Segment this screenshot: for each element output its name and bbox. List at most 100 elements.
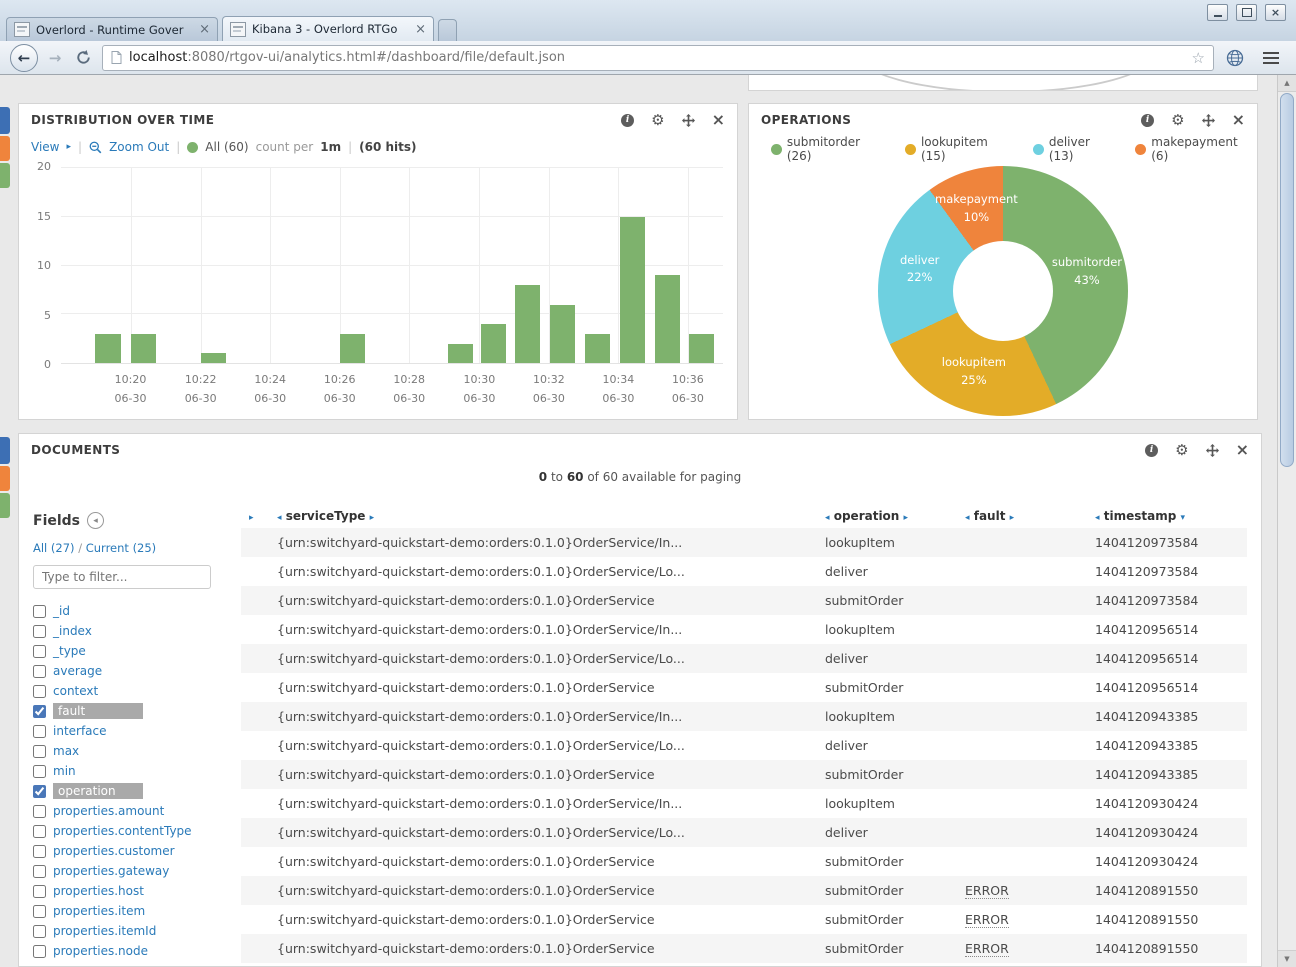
histogram-bar[interactable] bbox=[689, 334, 714, 363]
histogram-bar[interactable] bbox=[448, 344, 473, 364]
move-left-arrow-icon[interactable]: ◂ bbox=[277, 513, 282, 523]
fields-current-link[interactable]: Current (25) bbox=[86, 541, 156, 555]
field-name[interactable]: properties.itemId bbox=[53, 924, 156, 938]
histogram-bar[interactable] bbox=[620, 217, 645, 363]
field-checkbox[interactable] bbox=[33, 805, 46, 818]
field-checkbox[interactable] bbox=[33, 865, 46, 878]
move-right-arrow-icon[interactable]: ▸ bbox=[904, 513, 909, 523]
field-name[interactable]: properties.customer bbox=[53, 844, 175, 858]
field-name[interactable]: properties.node bbox=[53, 944, 148, 958]
row-collapse-tab-green[interactable] bbox=[0, 163, 10, 188]
tab-close-icon[interactable]: × bbox=[415, 23, 426, 36]
table-row[interactable]: {urn:switchyard-quickstart-demo:orders:0… bbox=[241, 760, 1247, 789]
move-left-arrow-icon[interactable]: ◂ bbox=[825, 513, 830, 523]
globe-button[interactable] bbox=[1222, 46, 1248, 70]
row-collapse-tab-orange[interactable] bbox=[0, 466, 10, 491]
legend-item[interactable]: submitorder (26) bbox=[771, 135, 887, 163]
table-row[interactable]: {urn:switchyard-quickstart-demo:orders:0… bbox=[241, 615, 1247, 644]
field-checkbox[interactable] bbox=[33, 705, 46, 718]
field-checkbox[interactable] bbox=[33, 925, 46, 938]
field-checkbox[interactable] bbox=[33, 645, 46, 658]
column-header-servicetype[interactable]: ◂ serviceType ▸ bbox=[269, 504, 817, 528]
field-checkbox[interactable] bbox=[33, 765, 46, 778]
field-name[interactable]: properties.host bbox=[53, 884, 144, 898]
table-row[interactable]: {urn:switchyard-quickstart-demo:orders:0… bbox=[241, 789, 1247, 818]
menu-button[interactable] bbox=[1256, 46, 1286, 70]
gear-icon[interactable]: ⚙ bbox=[1175, 443, 1188, 458]
close-window-button[interactable]: × bbox=[1265, 4, 1286, 21]
histogram-bar[interactable] bbox=[95, 334, 120, 363]
move-icon[interactable] bbox=[1202, 114, 1215, 127]
scroll-up-button[interactable]: ▲ bbox=[1278, 75, 1296, 92]
field-checkbox[interactable] bbox=[33, 845, 46, 858]
move-right-arrow-icon[interactable]: ▸ bbox=[370, 513, 375, 523]
field-name[interactable]: _type bbox=[53, 644, 86, 658]
table-row[interactable]: {urn:switchyard-quickstart-demo:orders:0… bbox=[241, 876, 1247, 905]
field-name[interactable]: properties.amount bbox=[53, 804, 164, 818]
column-header-fault[interactable]: ◂ fault ▸ bbox=[957, 504, 1087, 528]
close-icon[interactable]: × bbox=[1232, 113, 1245, 127]
histogram-bar[interactable] bbox=[481, 324, 506, 363]
close-icon[interactable]: × bbox=[1236, 443, 1249, 457]
column-header-timestamp[interactable]: ◂ timestamp ▾ bbox=[1087, 504, 1247, 528]
collapse-fields-icon[interactable]: ◂ bbox=[87, 512, 104, 529]
table-row[interactable]: {urn:switchyard-quickstart-demo:orders:0… bbox=[241, 644, 1247, 673]
zoom-out-link[interactable]: Zoom Out bbox=[109, 140, 169, 154]
table-row[interactable]: {urn:switchyard-quickstart-demo:orders:0… bbox=[241, 818, 1247, 847]
field-checkbox[interactable] bbox=[33, 625, 46, 638]
histogram-bar[interactable] bbox=[585, 334, 610, 363]
info-icon[interactable]: i bbox=[1145, 444, 1158, 457]
field-name[interactable]: _id bbox=[53, 604, 70, 618]
browser-tab-kibana[interactable]: Kibana 3 - Overlord RTGo × bbox=[222, 16, 434, 41]
table-row[interactable]: {urn:switchyard-quickstart-demo:orders:0… bbox=[241, 673, 1247, 702]
back-button[interactable]: ← bbox=[10, 44, 38, 72]
table-row[interactable]: {urn:switchyard-quickstart-demo:orders:0… bbox=[241, 934, 1247, 963]
histogram-bar[interactable] bbox=[515, 285, 540, 363]
gear-icon[interactable]: ⚙ bbox=[1171, 113, 1184, 128]
interval-label[interactable]: 1m bbox=[320, 140, 341, 154]
table-row[interactable]: {urn:switchyard-quickstart-demo:orders:0… bbox=[241, 702, 1247, 731]
move-icon[interactable] bbox=[682, 114, 695, 127]
view-link[interactable]: View bbox=[31, 140, 59, 154]
field-checkbox[interactable] bbox=[33, 665, 46, 678]
info-icon[interactable]: i bbox=[621, 114, 634, 127]
refresh-button[interactable] bbox=[72, 47, 94, 69]
histogram-bar[interactable] bbox=[550, 305, 575, 364]
field-name[interactable]: properties.item bbox=[53, 904, 145, 918]
operations-donut[interactable]: submitorder43%lookupitem25%deliver22%mak… bbox=[878, 166, 1128, 416]
browser-tab-overlord[interactable]: Overlord - Runtime Gover × bbox=[6, 17, 218, 41]
table-row[interactable]: {urn:switchyard-quickstart-demo:orders:0… bbox=[241, 557, 1247, 586]
scrollbar-thumb[interactable] bbox=[1280, 93, 1294, 467]
row-collapse-tab-blue[interactable] bbox=[0, 107, 10, 134]
field-checkbox[interactable] bbox=[33, 825, 46, 838]
address-bar[interactable]: localhost:8080/rtgov-ui/analytics.html#/… bbox=[102, 45, 1214, 71]
field-name[interactable]: min bbox=[53, 764, 76, 778]
maximize-button[interactable] bbox=[1236, 4, 1257, 21]
histogram-bar[interactable] bbox=[131, 334, 156, 363]
field-name[interactable]: properties.contentType bbox=[53, 824, 192, 838]
move-left-arrow-icon[interactable]: ◂ bbox=[1095, 513, 1100, 523]
sort-desc-icon[interactable]: ▾ bbox=[1180, 513, 1185, 523]
field-name[interactable]: properties.gateway bbox=[53, 864, 169, 878]
scroll-down-button[interactable]: ▼ bbox=[1278, 950, 1296, 967]
series-label[interactable]: All (60) bbox=[205, 140, 248, 154]
close-icon[interactable]: × bbox=[712, 113, 725, 127]
table-row[interactable]: {urn:switchyard-quickstart-demo:orders:0… bbox=[241, 905, 1247, 934]
histogram-bar[interactable] bbox=[201, 353, 226, 363]
column-header-operation[interactable]: ◂ operation ▸ bbox=[817, 504, 957, 528]
histogram-bar[interactable] bbox=[340, 334, 365, 363]
field-name[interactable]: interface bbox=[53, 724, 107, 738]
legend-item[interactable]: makepayment (6) bbox=[1135, 135, 1257, 163]
info-icon[interactable]: i bbox=[1141, 114, 1154, 127]
field-name[interactable]: context bbox=[53, 684, 98, 698]
legend-item[interactable]: lookupitem (15) bbox=[905, 135, 1015, 163]
minimize-button[interactable] bbox=[1207, 4, 1228, 21]
vertical-scrollbar[interactable]: ▲ ▼ bbox=[1277, 75, 1296, 967]
zoom-out-icon[interactable] bbox=[89, 141, 102, 154]
field-name[interactable]: fault bbox=[53, 703, 143, 719]
legend-item[interactable]: deliver (13) bbox=[1033, 135, 1117, 163]
column-header-expand[interactable]: ▸ bbox=[241, 504, 269, 528]
bookmark-star-icon[interactable]: ☆ bbox=[1192, 49, 1205, 67]
row-collapse-tab-blue[interactable] bbox=[0, 437, 10, 464]
row-collapse-tab-orange[interactable] bbox=[0, 136, 10, 161]
